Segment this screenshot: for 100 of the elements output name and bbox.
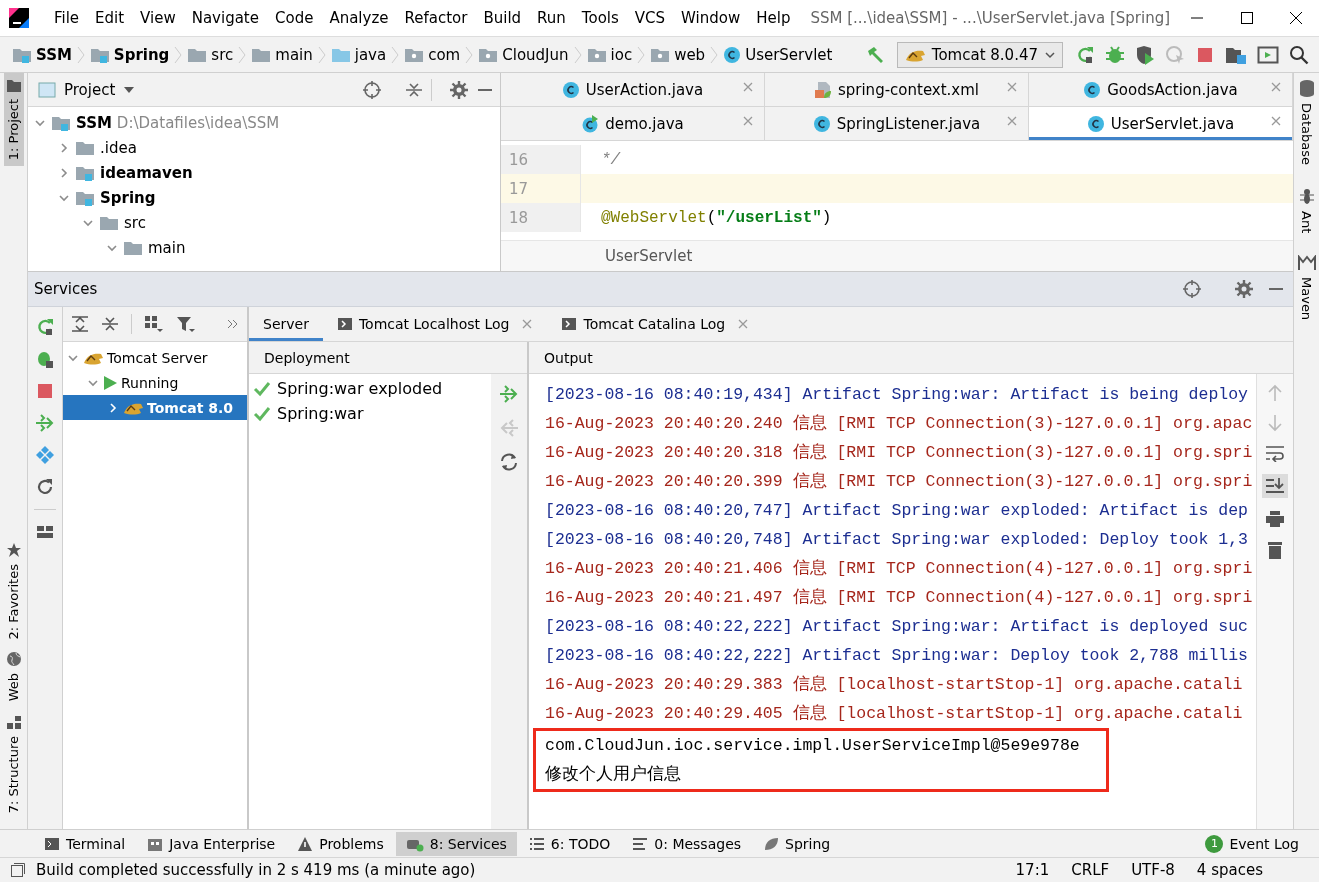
diamonds-icon[interactable]	[35, 445, 55, 465]
menu-item[interactable]: Navigate	[185, 6, 265, 30]
tool-window-button[interactable]: Terminal	[34, 831, 136, 856]
tool-window-button[interactable]: 6: TODO	[518, 831, 621, 856]
menu-item[interactable]: VCS	[628, 6, 672, 30]
run-anything-icon[interactable]	[1257, 44, 1279, 65]
breadcrumb-item[interactable]: java	[354, 45, 387, 64]
tree-item[interactable]: Spring	[100, 188, 156, 207]
settings-icon[interactable]	[450, 80, 468, 99]
deploy-icon[interactable]	[499, 384, 519, 404]
panel-tab[interactable]: Tomcat Catalina Log	[547, 307, 764, 341]
tree-item[interactable]: ideamaven	[100, 163, 193, 182]
panel-tab[interactable]: Tomcat Localhost Log	[322, 307, 548, 341]
menu-item[interactable]: Edit	[89, 6, 131, 30]
editor-breadcrumb[interactable]: UserServlet	[605, 247, 693, 265]
chevron-icon[interactable]	[107, 401, 119, 414]
tree-item[interactable]: main	[148, 238, 186, 257]
close-icon[interactable]	[742, 81, 754, 93]
tool-window-button[interactable]: 0: Messages	[622, 831, 752, 856]
editor-tab[interactable]: UserAction.java	[501, 73, 765, 106]
editor-tab[interactable]: demo.java	[501, 107, 765, 140]
scroll-to-end-icon[interactable]	[1265, 477, 1285, 495]
search-icon[interactable]	[1289, 44, 1309, 65]
tree-item[interactable]: .idea	[100, 138, 137, 157]
side-tool-button[interactable]: Database	[1298, 79, 1315, 166]
indent-setting[interactable]: 4 spaces	[1190, 861, 1269, 879]
menu-item[interactable]: Analyze	[323, 6, 395, 30]
breadcrumb-item[interactable]: SSM	[36, 45, 72, 64]
chevron-icon[interactable]	[58, 141, 70, 154]
panel-tab[interactable]: Server	[249, 307, 323, 341]
close-icon[interactable]	[521, 318, 534, 330]
tool-window-button[interactable]: Problems	[287, 831, 394, 856]
breadcrumb-item[interactable]: ioc	[610, 45, 633, 64]
group-by-icon[interactable]	[144, 315, 164, 333]
breadcrumb-item[interactable]: web	[674, 45, 706, 64]
close-icon[interactable]	[1006, 81, 1018, 93]
side-tool-button[interactable]: 1: Project	[3, 73, 24, 167]
tree-item[interactable]: SSM	[76, 113, 112, 132]
collapse-all-icon[interactable]	[101, 315, 119, 333]
chevron-icon[interactable]	[58, 166, 70, 179]
menu-item[interactable]: Refactor	[398, 6, 474, 30]
menu-item[interactable]: Help	[750, 6, 797, 30]
refresh-icon[interactable]	[499, 452, 519, 472]
event-log-button[interactable]: 1 Event Log	[1195, 830, 1309, 857]
tree-item[interactable]: Tomcat 8.0	[63, 395, 247, 420]
close-icon[interactable]	[1270, 81, 1282, 93]
print-icon[interactable]	[1265, 510, 1285, 528]
tool-window-button[interactable]: Spring	[753, 831, 841, 856]
side-tool-button[interactable]: Web	[3, 645, 24, 708]
soft-wrap-icon[interactable]	[1265, 444, 1285, 462]
view-selector[interactable]: Project	[64, 80, 116, 99]
close-icon[interactable]	[737, 318, 750, 330]
side-tool-button[interactable]: Maven	[1297, 255, 1316, 321]
breadcrumb-item[interactable]: main	[275, 45, 313, 64]
panel-toggle-icon[interactable]	[10, 862, 26, 878]
close-icon[interactable]	[1270, 115, 1282, 127]
locate-icon[interactable]	[1183, 280, 1201, 298]
tree-item[interactable]: src	[124, 213, 146, 232]
menu-item[interactable]: Run	[531, 6, 572, 30]
side-tool-button[interactable]: 2: Favorites	[3, 535, 24, 646]
editor-tab[interactable]: spring-context.xml	[765, 73, 1029, 106]
menu-item[interactable]: Window	[675, 6, 747, 30]
refresh-icon[interactable]	[35, 477, 55, 497]
deploy-icon[interactable]	[35, 413, 55, 433]
caret-position[interactable]: 17:1	[1009, 861, 1056, 879]
tree-item[interactable]: Running	[63, 370, 247, 395]
breadcrumb-item[interactable]: src	[211, 45, 234, 64]
menu-item[interactable]: File	[47, 6, 86, 30]
rerun-icon[interactable]	[35, 317, 55, 337]
close-icon[interactable]	[742, 115, 754, 127]
menu-item[interactable]: Code	[269, 6, 320, 30]
stop-icon[interactable]	[35, 381, 55, 401]
run-configuration-dropdown[interactable]: Tomcat 8.0.47	[896, 41, 1063, 68]
close-icon[interactable]	[1006, 115, 1018, 127]
tool-window-button[interactable]: Java Enterprise	[137, 831, 286, 856]
menu-item[interactable]: View	[134, 6, 182, 30]
breadcrumb-item[interactable]: Spring	[113, 45, 170, 64]
more-icon[interactable]	[227, 318, 239, 330]
menu-item[interactable]: Build	[477, 6, 528, 30]
coverage-icon[interactable]	[1135, 44, 1155, 65]
locate-icon[interactable]	[363, 80, 381, 99]
settings-icon[interactable]	[1235, 280, 1253, 298]
filter-icon[interactable]	[176, 315, 196, 333]
side-tool-button[interactable]: Ant	[1298, 187, 1315, 234]
rerun-icon[interactable]	[1075, 44, 1095, 65]
debug-icon[interactable]	[35, 349, 55, 369]
editor-tab[interactable]: UserServlet.java	[1029, 107, 1293, 140]
breadcrumb-item[interactable]: CloudJun	[502, 45, 569, 64]
side-tool-button[interactable]: 7: Structure	[3, 707, 24, 819]
line-separator[interactable]: CRLF	[1065, 861, 1116, 879]
breadcrumb-item[interactable]: UserServlet	[745, 45, 833, 64]
artifact-item[interactable]: Spring:war	[277, 404, 364, 423]
menu-item[interactable]: Tools	[575, 6, 625, 30]
collapse-all-icon[interactable]	[405, 80, 423, 99]
expand-all-icon[interactable]	[71, 315, 89, 333]
file-encoding[interactable]: UTF-8	[1125, 861, 1181, 879]
editor-tab[interactable]: GoodsAction.java	[1029, 73, 1293, 106]
breadcrumb-item[interactable]: com	[428, 45, 461, 64]
tool-window-button[interactable]: 8: Services	[395, 831, 517, 856]
bug-icon[interactable]	[1105, 44, 1125, 65]
